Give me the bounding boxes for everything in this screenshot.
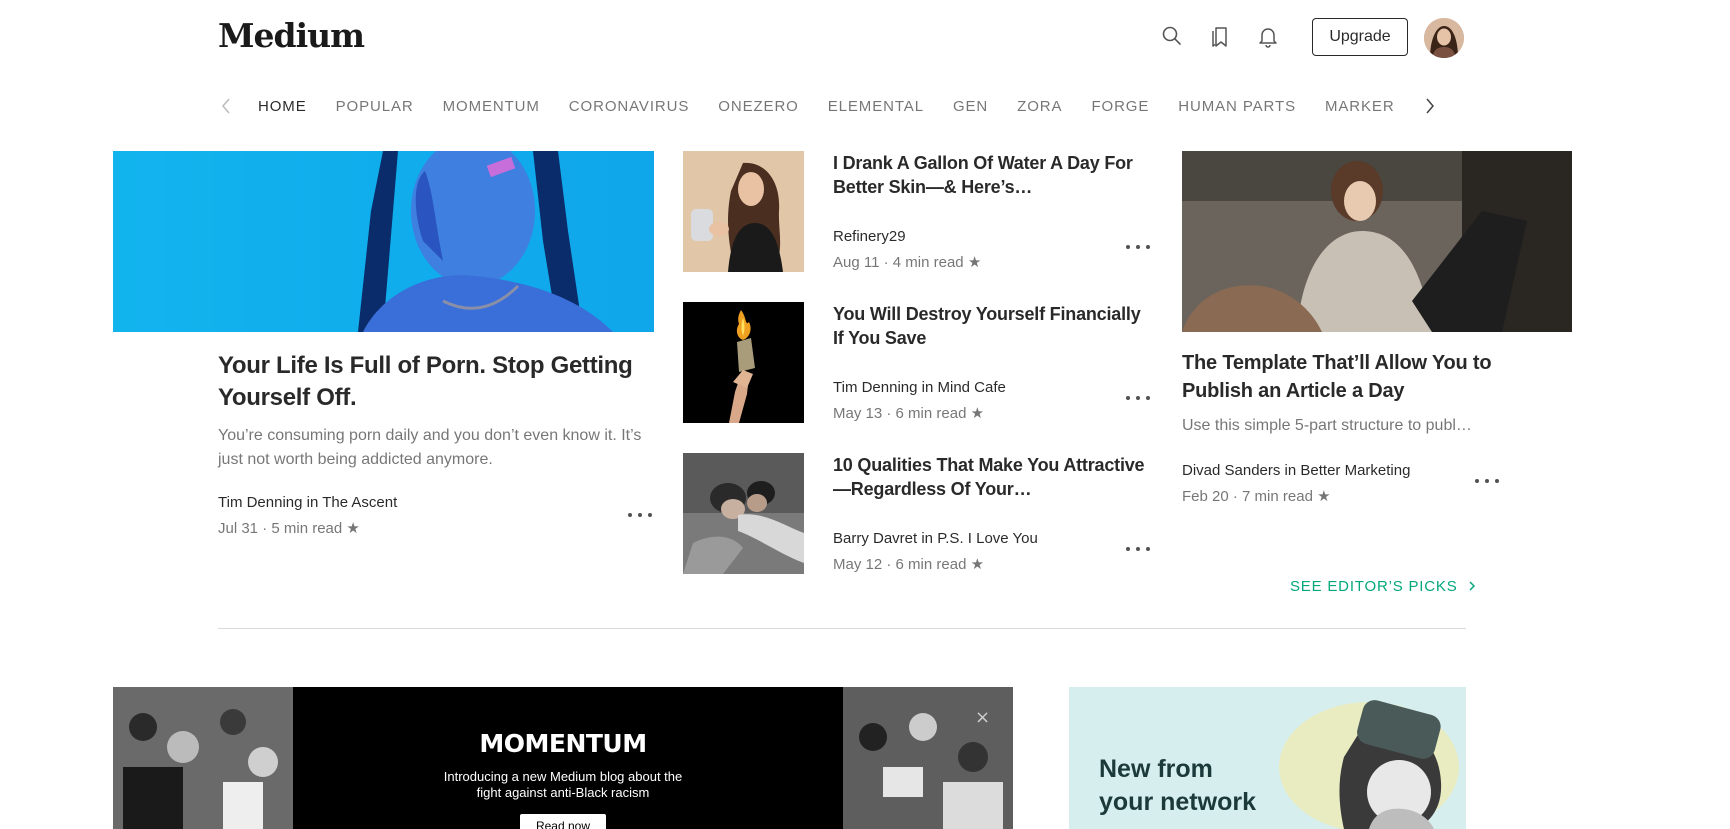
nav-scroll-right-icon[interactable] [1424, 97, 1436, 120]
story-thumbnail[interactable] [683, 302, 804, 423]
featured-story-meta: Jul 31 · 5 min read ★ [218, 520, 360, 537]
star-icon: ★ [967, 254, 982, 271]
story-meta: May 13 · 6 min read ★ [833, 405, 985, 422]
story-author[interactable]: Divad Sanders in Better Marketing [1182, 462, 1410, 479]
nav-item-elemental[interactable]: ELEMENTAL [828, 98, 924, 115]
nav-item-forge[interactable]: FORGE [1091, 98, 1149, 115]
nav-item-home[interactable]: HOME [258, 98, 307, 115]
see-editors-picks-link[interactable]: SEE EDITOR’S PICKS [1290, 578, 1477, 595]
story-thumbnail[interactable] [683, 453, 804, 574]
momentum-promo-banner[interactable]: MOMENTUM Introducing a new Medium blog a… [113, 687, 1013, 829]
star-icon: ★ [346, 520, 360, 537]
featured-story-author[interactable]: Tim Denning in The Ascent [218, 494, 397, 511]
bookmarks-icon[interactable] [1206, 22, 1234, 50]
featured-story-excerpt[interactable]: You’re consuming porn daily and you don’… [218, 424, 658, 472]
story-thumbnail[interactable] [683, 151, 804, 272]
topic-nav: HOME POPULAR MOMENTUM CORONAVIRUS ONEZER… [218, 92, 1424, 120]
story-author[interactable]: Barry Davret in P.S. I Love You [833, 530, 1038, 547]
promo-title: MOMENTUM [479, 729, 647, 758]
nav-item-popular[interactable]: POPULAR [336, 98, 414, 115]
section-divider [218, 628, 1466, 629]
new-from-network-card[interactable]: New from your network [1069, 687, 1466, 829]
bell-icon[interactable] [1254, 22, 1282, 50]
story-excerpt[interactable]: Use this simple 5-part structure to publ… [1182, 414, 1502, 438]
featured-story-image[interactable] [113, 151, 654, 332]
more-options-icon[interactable] [1126, 242, 1150, 252]
nav-item-coronavirus[interactable]: CORONAVIRUS [569, 98, 689, 115]
read-now-button[interactable]: Read now [520, 814, 606, 829]
upgrade-button[interactable]: Upgrade [1312, 18, 1408, 56]
story-meta: May 12 · 6 min read ★ [833, 556, 985, 573]
nav-item-onezero[interactable]: ONEZERO [718, 98, 798, 115]
story-title[interactable]: The Template That’ll Allow You to Publis… [1182, 349, 1522, 405]
medium-logo[interactable]: Medium [218, 16, 365, 55]
avatar[interactable] [1424, 18, 1464, 58]
featured-story-title[interactable]: Your Life Is Full of Porn. Stop Getting … [218, 350, 658, 414]
search-icon[interactable] [1158, 22, 1186, 50]
more-options-icon[interactable] [1126, 393, 1150, 403]
star-icon: ★ [970, 556, 985, 573]
close-icon[interactable]: × [975, 709, 990, 727]
promo-text: Introducing a new Medium blog about the … [443, 769, 683, 800]
nav-item-zora[interactable]: ZORA [1017, 98, 1062, 115]
more-options-icon[interactable] [628, 510, 652, 520]
nav-item-human-parts[interactable]: HUMAN PARTS [1178, 98, 1296, 115]
nav-item-momentum[interactable]: MOMENTUM [443, 98, 540, 115]
story-title[interactable]: You Will Destroy Yourself Financially If… [833, 302, 1153, 350]
chevron-right-icon [1469, 581, 1476, 591]
star-icon: ★ [1317, 488, 1331, 505]
story-meta: Feb 20 · 7 min read ★ [1182, 488, 1331, 505]
story-author[interactable]: Tim Denning in Mind Cafe [833, 379, 1006, 396]
story-image[interactable] [1182, 151, 1572, 332]
story-title[interactable]: I Drank A Gallon Of Water A Day For Bett… [833, 151, 1153, 199]
star-icon: ★ [970, 405, 985, 422]
promo-background-image [113, 687, 1013, 829]
story-title[interactable]: 10 Qualities That Make You Attractive—Re… [833, 453, 1153, 501]
story-author[interactable]: Refinery29 [833, 228, 906, 245]
story-meta: Aug 11 · 4 min read ★ [833, 254, 982, 271]
more-options-icon[interactable] [1126, 544, 1150, 554]
nav-item-marker[interactable]: MARKER [1325, 98, 1395, 115]
network-card-title: New from your network [1099, 755, 1256, 816]
more-options-icon[interactable] [1475, 476, 1499, 486]
nav-item-gen[interactable]: GEN [953, 98, 988, 115]
